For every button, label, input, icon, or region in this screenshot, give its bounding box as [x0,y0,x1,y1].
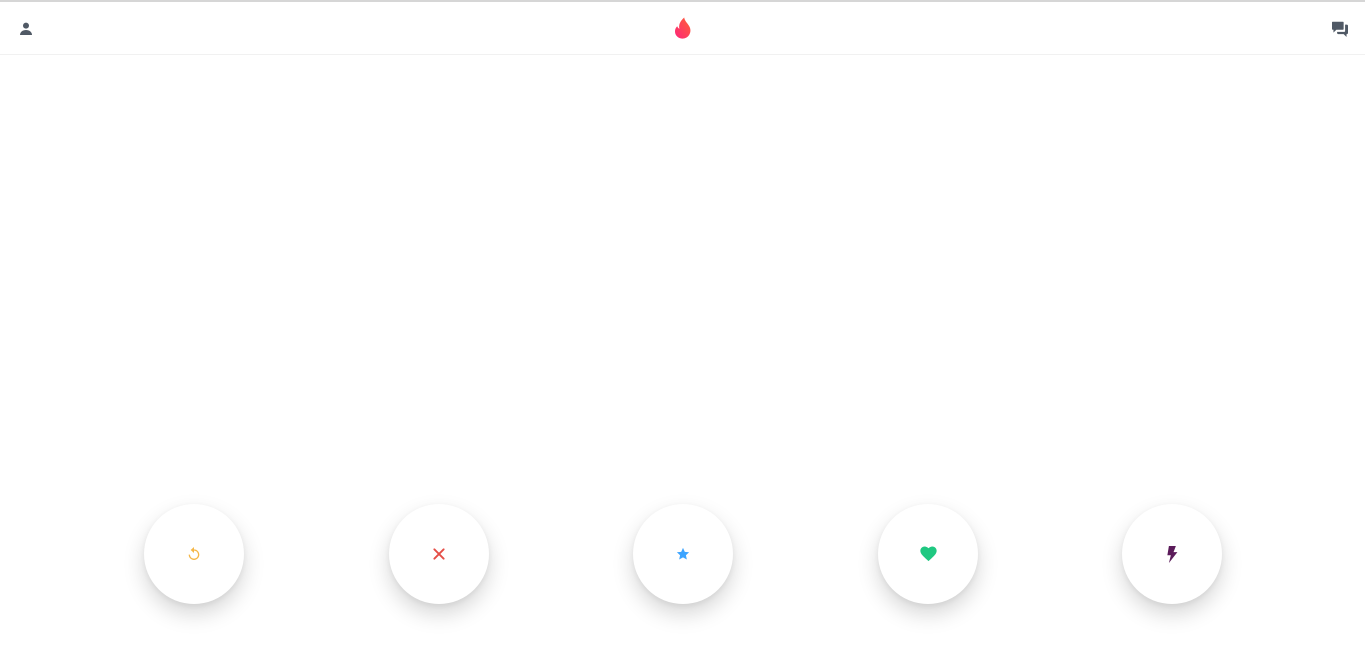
lightning-bolt-icon [1167,545,1178,563]
top-navigation-bar [0,2,1365,55]
close-icon [433,548,445,560]
boost-button[interactable] [1122,504,1222,604]
heart-icon [919,546,937,562]
rewind-button[interactable] [144,504,244,604]
profile-button[interactable] [6,2,46,55]
like-button[interactable] [878,504,978,604]
flame-logo-icon [674,17,691,39]
swipe-action-bar [0,504,1365,604]
super-like-button[interactable] [633,504,733,604]
tinder-logo[interactable] [670,14,696,42]
star-icon [676,547,690,560]
nope-button[interactable] [389,504,489,604]
rewind-icon [188,547,200,560]
messages-button[interactable] [1320,2,1360,55]
card-stack-area [0,56,1365,486]
person-icon [20,22,32,35]
chat-bubbles-icon [1332,21,1348,37]
